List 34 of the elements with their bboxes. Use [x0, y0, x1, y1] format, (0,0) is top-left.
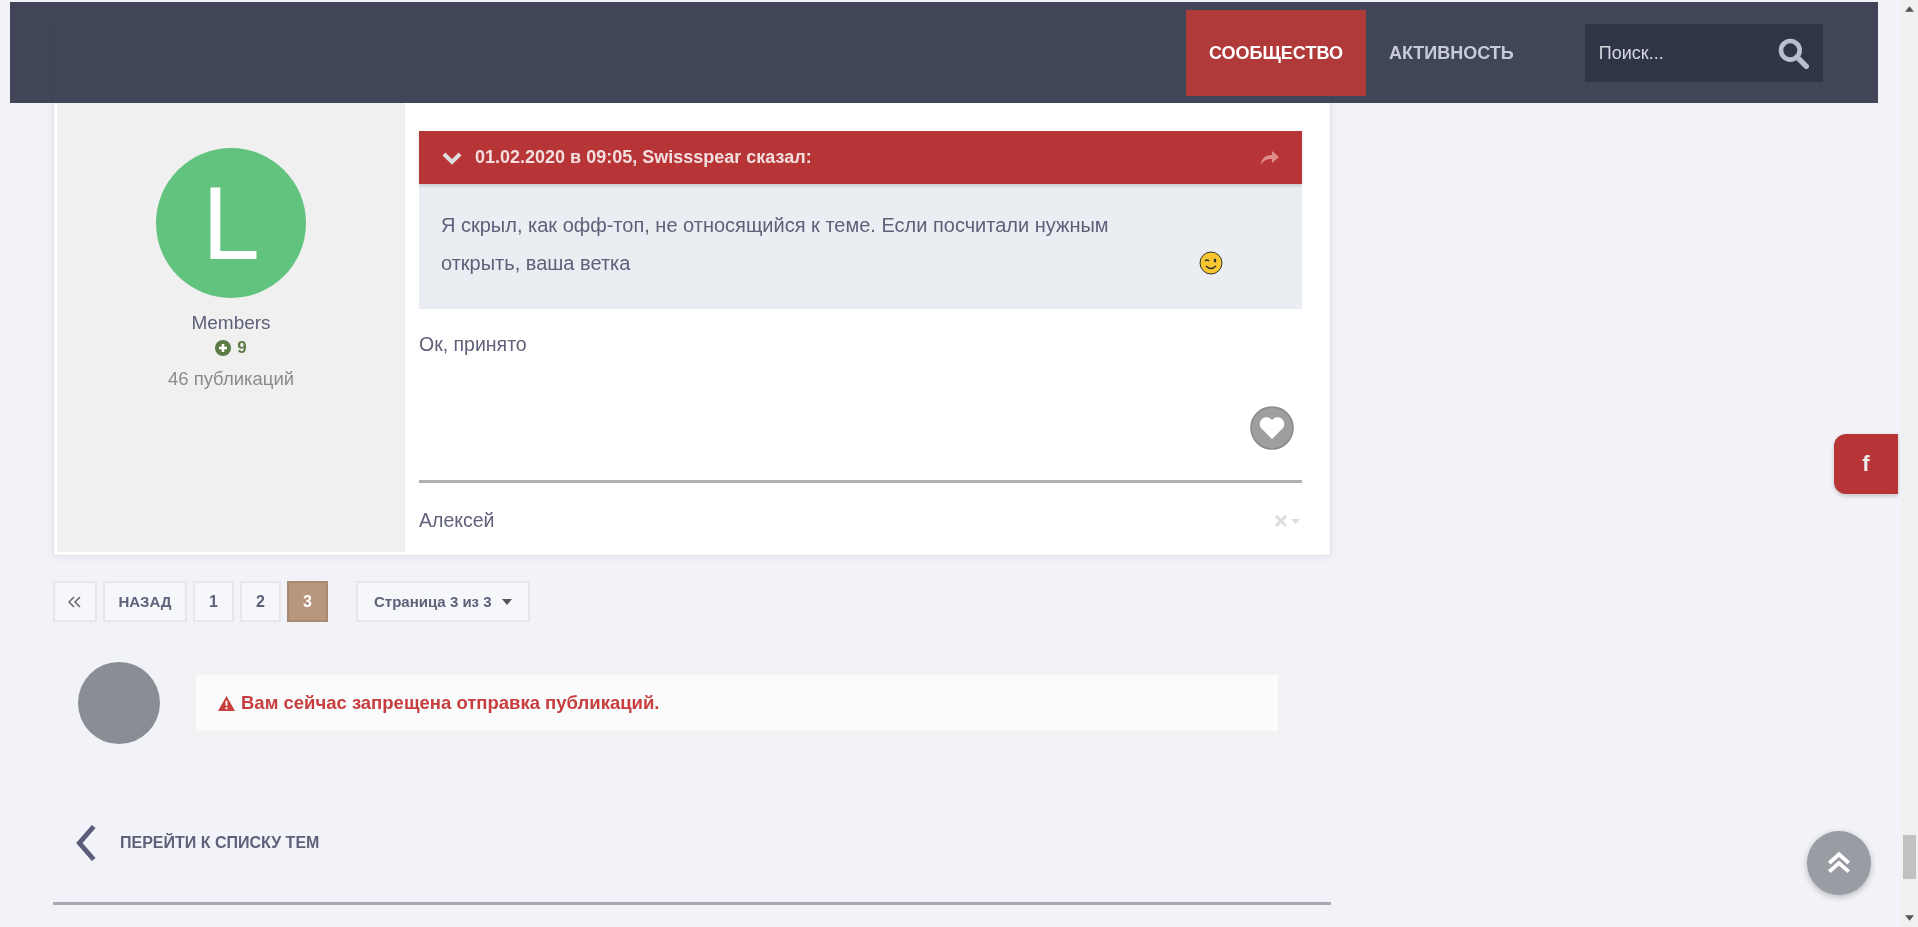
plus-circle-icon: [215, 340, 232, 356]
scroll-down-arrow-icon[interactable]: [1905, 915, 1914, 921]
previous-page-button[interactable]: НАЗАД: [103, 581, 187, 622]
nav-tab[interactable]: СООБЩЕСТВО: [1186, 10, 1366, 96]
double-chevron-left-icon: [68, 595, 82, 608]
post-count: 46 публикаций: [167, 368, 295, 390]
search-input[interactable]: Поиск...: [1596, 41, 1777, 65]
quote-text: Я скрыл, как офф-топ, не относящийся к теме. Если посчитали нужным открыть, ваша ветка: [441, 213, 1110, 276]
first-page-button[interactable]: [53, 581, 97, 622]
back-to-topics-link[interactable]: ПЕРЕЙТИ К СПИСКУ ТЕМ: [120, 834, 320, 852]
post-text: Ок, принято: [419, 333, 528, 356]
wink-emoji-icon: [1199, 251, 1223, 275]
scroll-up-arrow-icon[interactable]: [1905, 6, 1914, 12]
warning-icon: [218, 695, 235, 711]
scroll-top-button[interactable]: [1807, 831, 1871, 895]
page-number[interactable]: 1: [193, 581, 234, 622]
reputation-count: 9: [237, 338, 247, 358]
search-icon[interactable]: [1776, 37, 1809, 69]
signature-text: Алексей: [419, 509, 495, 532]
member-group: Members: [191, 312, 271, 334]
chevron-left-icon[interactable]: [75, 824, 97, 862]
chevron-down-icon[interactable]: [441, 150, 463, 165]
share-button[interactable]: f: [1834, 434, 1898, 494]
page-menu-button[interactable]: Страница 3 из 3: [356, 581, 530, 622]
page-number[interactable]: 2: [240, 581, 281, 622]
caret-icon: [501, 598, 512, 605]
share-arrow-icon[interactable]: [1260, 149, 1280, 166]
scrollbar[interactable]: [1901, 0, 1918, 927]
double-chevron-up-icon: [1826, 851, 1852, 875]
search-field[interactable]: Поиск...: [1584, 24, 1823, 82]
nav-tab[interactable]: АКТИВНОСТЬ: [1365, 10, 1537, 96]
scrollbar-thumb[interactable]: [1903, 835, 1916, 879]
quote-citation: 01.02.2020 в 09:05, Swissspear сказал:: [475, 147, 813, 168]
notice-text: Вам сейчас запрещена отправка публикаций.: [241, 692, 660, 714]
